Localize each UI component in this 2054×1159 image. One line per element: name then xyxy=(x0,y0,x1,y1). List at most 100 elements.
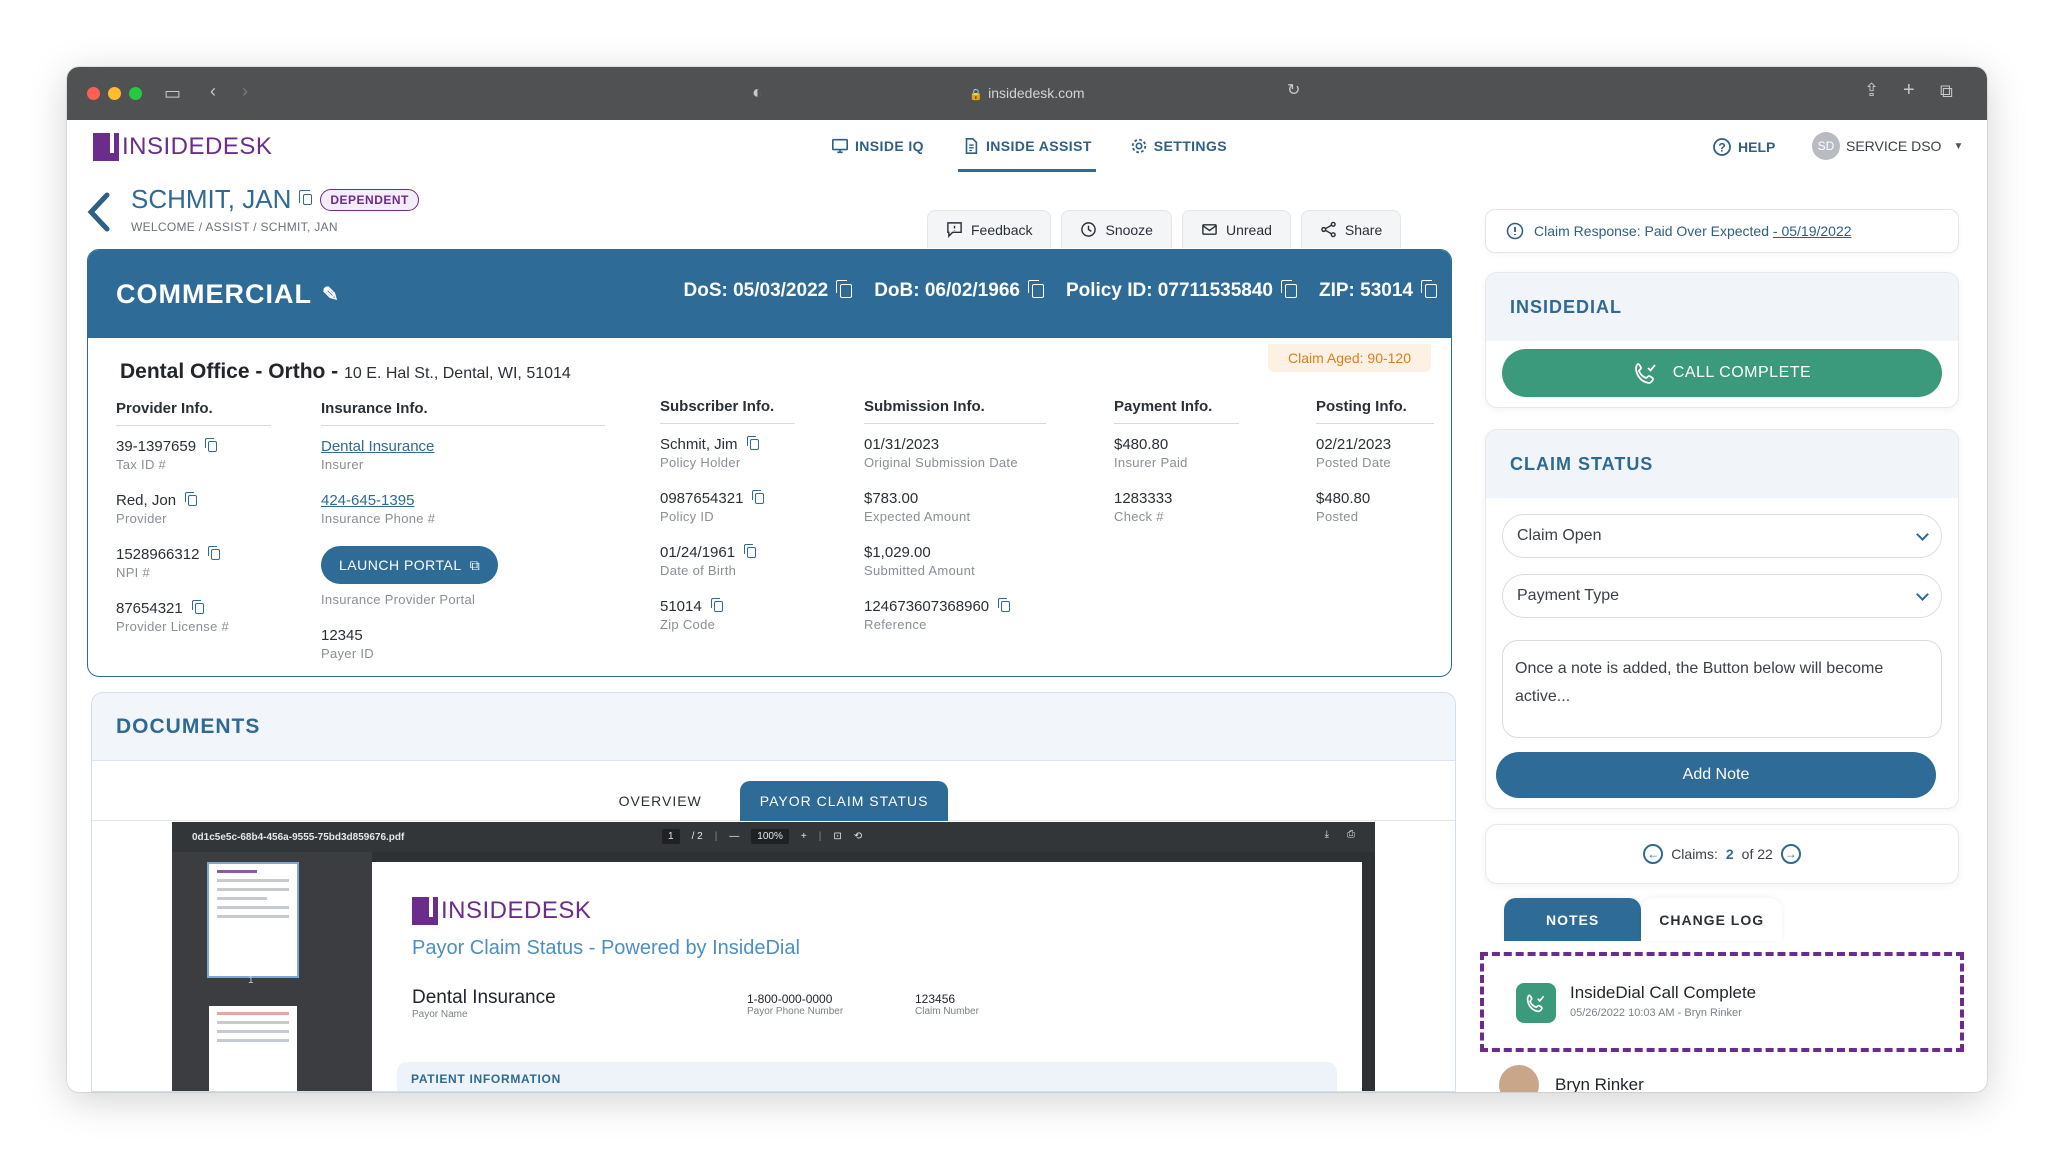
tab-overview-icon[interactable]: ⧉ xyxy=(1940,82,1953,100)
user-menu[interactable]: SD SERVICE DSO ▼ xyxy=(1812,132,1963,160)
claim-header: COMMERCIAL ✎ DoS: 05/03/2022 DoB: 06/02/… xyxy=(88,250,1451,338)
share-button[interactable]: Share xyxy=(1300,210,1402,248)
unread-button[interactable]: Unread xyxy=(1181,210,1291,248)
nav-inside-assist-label: INSIDE ASSIST xyxy=(985,138,1092,154)
pdf-payor-name: Dental Insurance Payor Name xyxy=(412,987,556,1020)
claim-status-select[interactable]: Claim Open xyxy=(1502,514,1942,558)
submission-header: Submission Info. xyxy=(864,398,1046,424)
help-button[interactable]: ? HELP xyxy=(1712,137,1775,157)
posting-header: Posting Info. xyxy=(1316,398,1434,424)
dob-text: DoB: 06/02/1966 xyxy=(874,280,1020,301)
payment-type-value: Payment Type xyxy=(1517,587,1619,604)
pdf-thumbnail[interactable] xyxy=(207,1004,299,1091)
next-claim-icon[interactable]: → xyxy=(1780,844,1801,864)
posted-amount-value: $480.80 xyxy=(1316,490,1371,507)
pdf-thumbnail[interactable] xyxy=(207,862,299,978)
nav-settings[interactable]: SETTINGS xyxy=(1126,120,1231,172)
zip-text: ZIP: 53014 xyxy=(1319,280,1413,301)
zoom-out-icon[interactable]: — xyxy=(729,831,739,842)
subscriber-dob-label: Date of Birth xyxy=(660,563,737,578)
insurer-link[interactable]: Dental Insurance xyxy=(321,438,605,455)
app-header: INSIDEDESK INSIDE IQ INSIDE ASSIST SETTI… xyxy=(67,120,1987,172)
insidedial-title: INSIDEDIAL xyxy=(1486,273,1958,341)
npi-value: 1528966312 xyxy=(116,546,200,563)
previous-claim-icon[interactable]: ← xyxy=(1643,844,1664,864)
documents-card: DOCUMENTS OVERVIEW PAYOR CLAIM STATUS 0d… xyxy=(91,692,1456,1092)
highlighted-note[interactable]: InsideDial Call Complete 05/26/2022 10:0… xyxy=(1480,952,1964,1052)
edit-pencil-icon[interactable]: ✎ xyxy=(322,282,340,307)
subscriber-zip-value: 51014 xyxy=(660,598,702,615)
nav-inside-iq[interactable]: INSIDE IQ xyxy=(827,120,928,172)
copy-icon[interactable] xyxy=(185,492,198,506)
download-icon[interactable]: ⤓ xyxy=(1325,829,1329,840)
rotate-icon[interactable]: ⟲ xyxy=(854,831,862,842)
reference-value: 124673607368960 xyxy=(864,598,990,615)
payer-id-label: Payer ID xyxy=(321,646,374,661)
address-bar[interactable]: 🔒 insidedesk.com xyxy=(67,85,1987,101)
claim-aged-badge: Claim Aged: 90-120 xyxy=(1268,344,1431,372)
list-item: InsideDial Call Complete 05/26/2022 10:0… xyxy=(1516,983,1756,1023)
copy-icon[interactable] xyxy=(710,598,723,612)
add-note-button[interactable]: Add Note xyxy=(1496,752,1936,798)
thumbnail-page-number: 1 xyxy=(248,975,254,986)
payment-type-select[interactable]: Payment Type xyxy=(1502,574,1942,618)
claim-response-banner[interactable]: Claim Response: Paid Over Expected - 05/… xyxy=(1485,209,1959,253)
reload-icon[interactable]: ↻ xyxy=(1287,83,1300,99)
documents-title: DOCUMENTS xyxy=(92,693,1455,761)
tab-overview[interactable]: OVERVIEW xyxy=(599,781,722,821)
submission-date-value: 01/31/2023 xyxy=(864,436,940,453)
insurance-phone-field: 424-645-1395 Insurance Phone # xyxy=(321,492,605,526)
pdf-zoom-level[interactable]: 100% xyxy=(751,829,789,844)
copy-icon[interactable] xyxy=(746,436,759,450)
feedback-button[interactable]: Feedback xyxy=(927,210,1052,248)
zoom-in-icon[interactable]: + xyxy=(801,831,807,842)
snooze-button[interactable]: Snooze xyxy=(1061,210,1172,248)
copy-icon[interactable] xyxy=(1281,280,1297,298)
notes-tabs: NOTES CHANGE LOG xyxy=(1504,898,1783,941)
thumb-line xyxy=(217,888,289,891)
insidedesk-logo[interactable]: INSIDEDESK xyxy=(93,133,272,161)
divider: | xyxy=(714,831,718,842)
copy-icon[interactable] xyxy=(998,598,1011,612)
user-name: SERVICE DSO xyxy=(1846,138,1942,154)
copy-icon[interactable] xyxy=(191,600,204,614)
tab-change-log[interactable]: CHANGE LOG xyxy=(1641,898,1783,941)
document-tabs: OVERVIEW PAYOR CLAIM STATUS xyxy=(92,781,1455,821)
reference-field: 124673607368960 Reference xyxy=(864,598,1046,632)
nav-inside-assist[interactable]: INSIDE ASSIST xyxy=(957,120,1096,172)
copy-icon[interactable] xyxy=(208,546,221,560)
new-tab-icon[interactable]: + xyxy=(1903,80,1915,100)
caret-down-icon: ▼ xyxy=(1953,140,1964,152)
pdf-page-input[interactable]: 1 xyxy=(662,829,680,844)
copy-icon[interactable] xyxy=(1421,280,1437,298)
tab-notes[interactable]: NOTES xyxy=(1504,898,1642,941)
back-button[interactable] xyxy=(87,192,111,237)
launch-portal-button[interactable]: LAUNCH PORTAL ⧉ xyxy=(321,546,499,584)
claims-label: Claims: xyxy=(1671,846,1718,862)
copy-icon[interactable] xyxy=(299,190,313,205)
copy-icon[interactable] xyxy=(744,544,757,558)
pdf-page-count: / 2 xyxy=(691,831,703,842)
copy-icon[interactable] xyxy=(836,280,853,298)
note-textarea[interactable]: Once a note is added, the Button below w… xyxy=(1502,640,1942,738)
share-browser-icon[interactable]: ⇪ xyxy=(1864,81,1879,99)
fit-page-icon[interactable]: ⊡ xyxy=(833,831,841,842)
list-item[interactable]: Bryn Rinker xyxy=(1499,1065,1644,1092)
call-complete-button[interactable]: CALL COMPLETE xyxy=(1502,349,1942,397)
copy-icon[interactable] xyxy=(1027,280,1044,298)
chevron-down-icon xyxy=(1916,587,1929,601)
thumb-line xyxy=(217,1012,289,1015)
thumb-line xyxy=(217,1030,289,1033)
submission-info: Submission Info. 01/31/2023 Original Subm… xyxy=(864,398,1046,652)
print-icon[interactable]: ⎙ xyxy=(1347,829,1355,840)
license-field: 87654321 Provider License # xyxy=(116,600,271,634)
tab-payor-claim-status[interactable]: PAYOR CLAIM STATUS xyxy=(739,781,949,821)
call-complete-label: CALL COMPLETE xyxy=(1672,364,1812,381)
thumb-line xyxy=(217,870,257,873)
reference-label: Reference xyxy=(864,617,927,632)
copy-icon[interactable] xyxy=(752,490,765,504)
claim-response-date[interactable]: - 05/19/2022 xyxy=(1773,223,1852,239)
insurance-phone-link[interactable]: 424-645-1395 xyxy=(321,492,605,509)
insurance-info: Insurance Info. Dental Insurance Insurer … xyxy=(321,400,605,676)
copy-icon[interactable] xyxy=(205,438,218,452)
